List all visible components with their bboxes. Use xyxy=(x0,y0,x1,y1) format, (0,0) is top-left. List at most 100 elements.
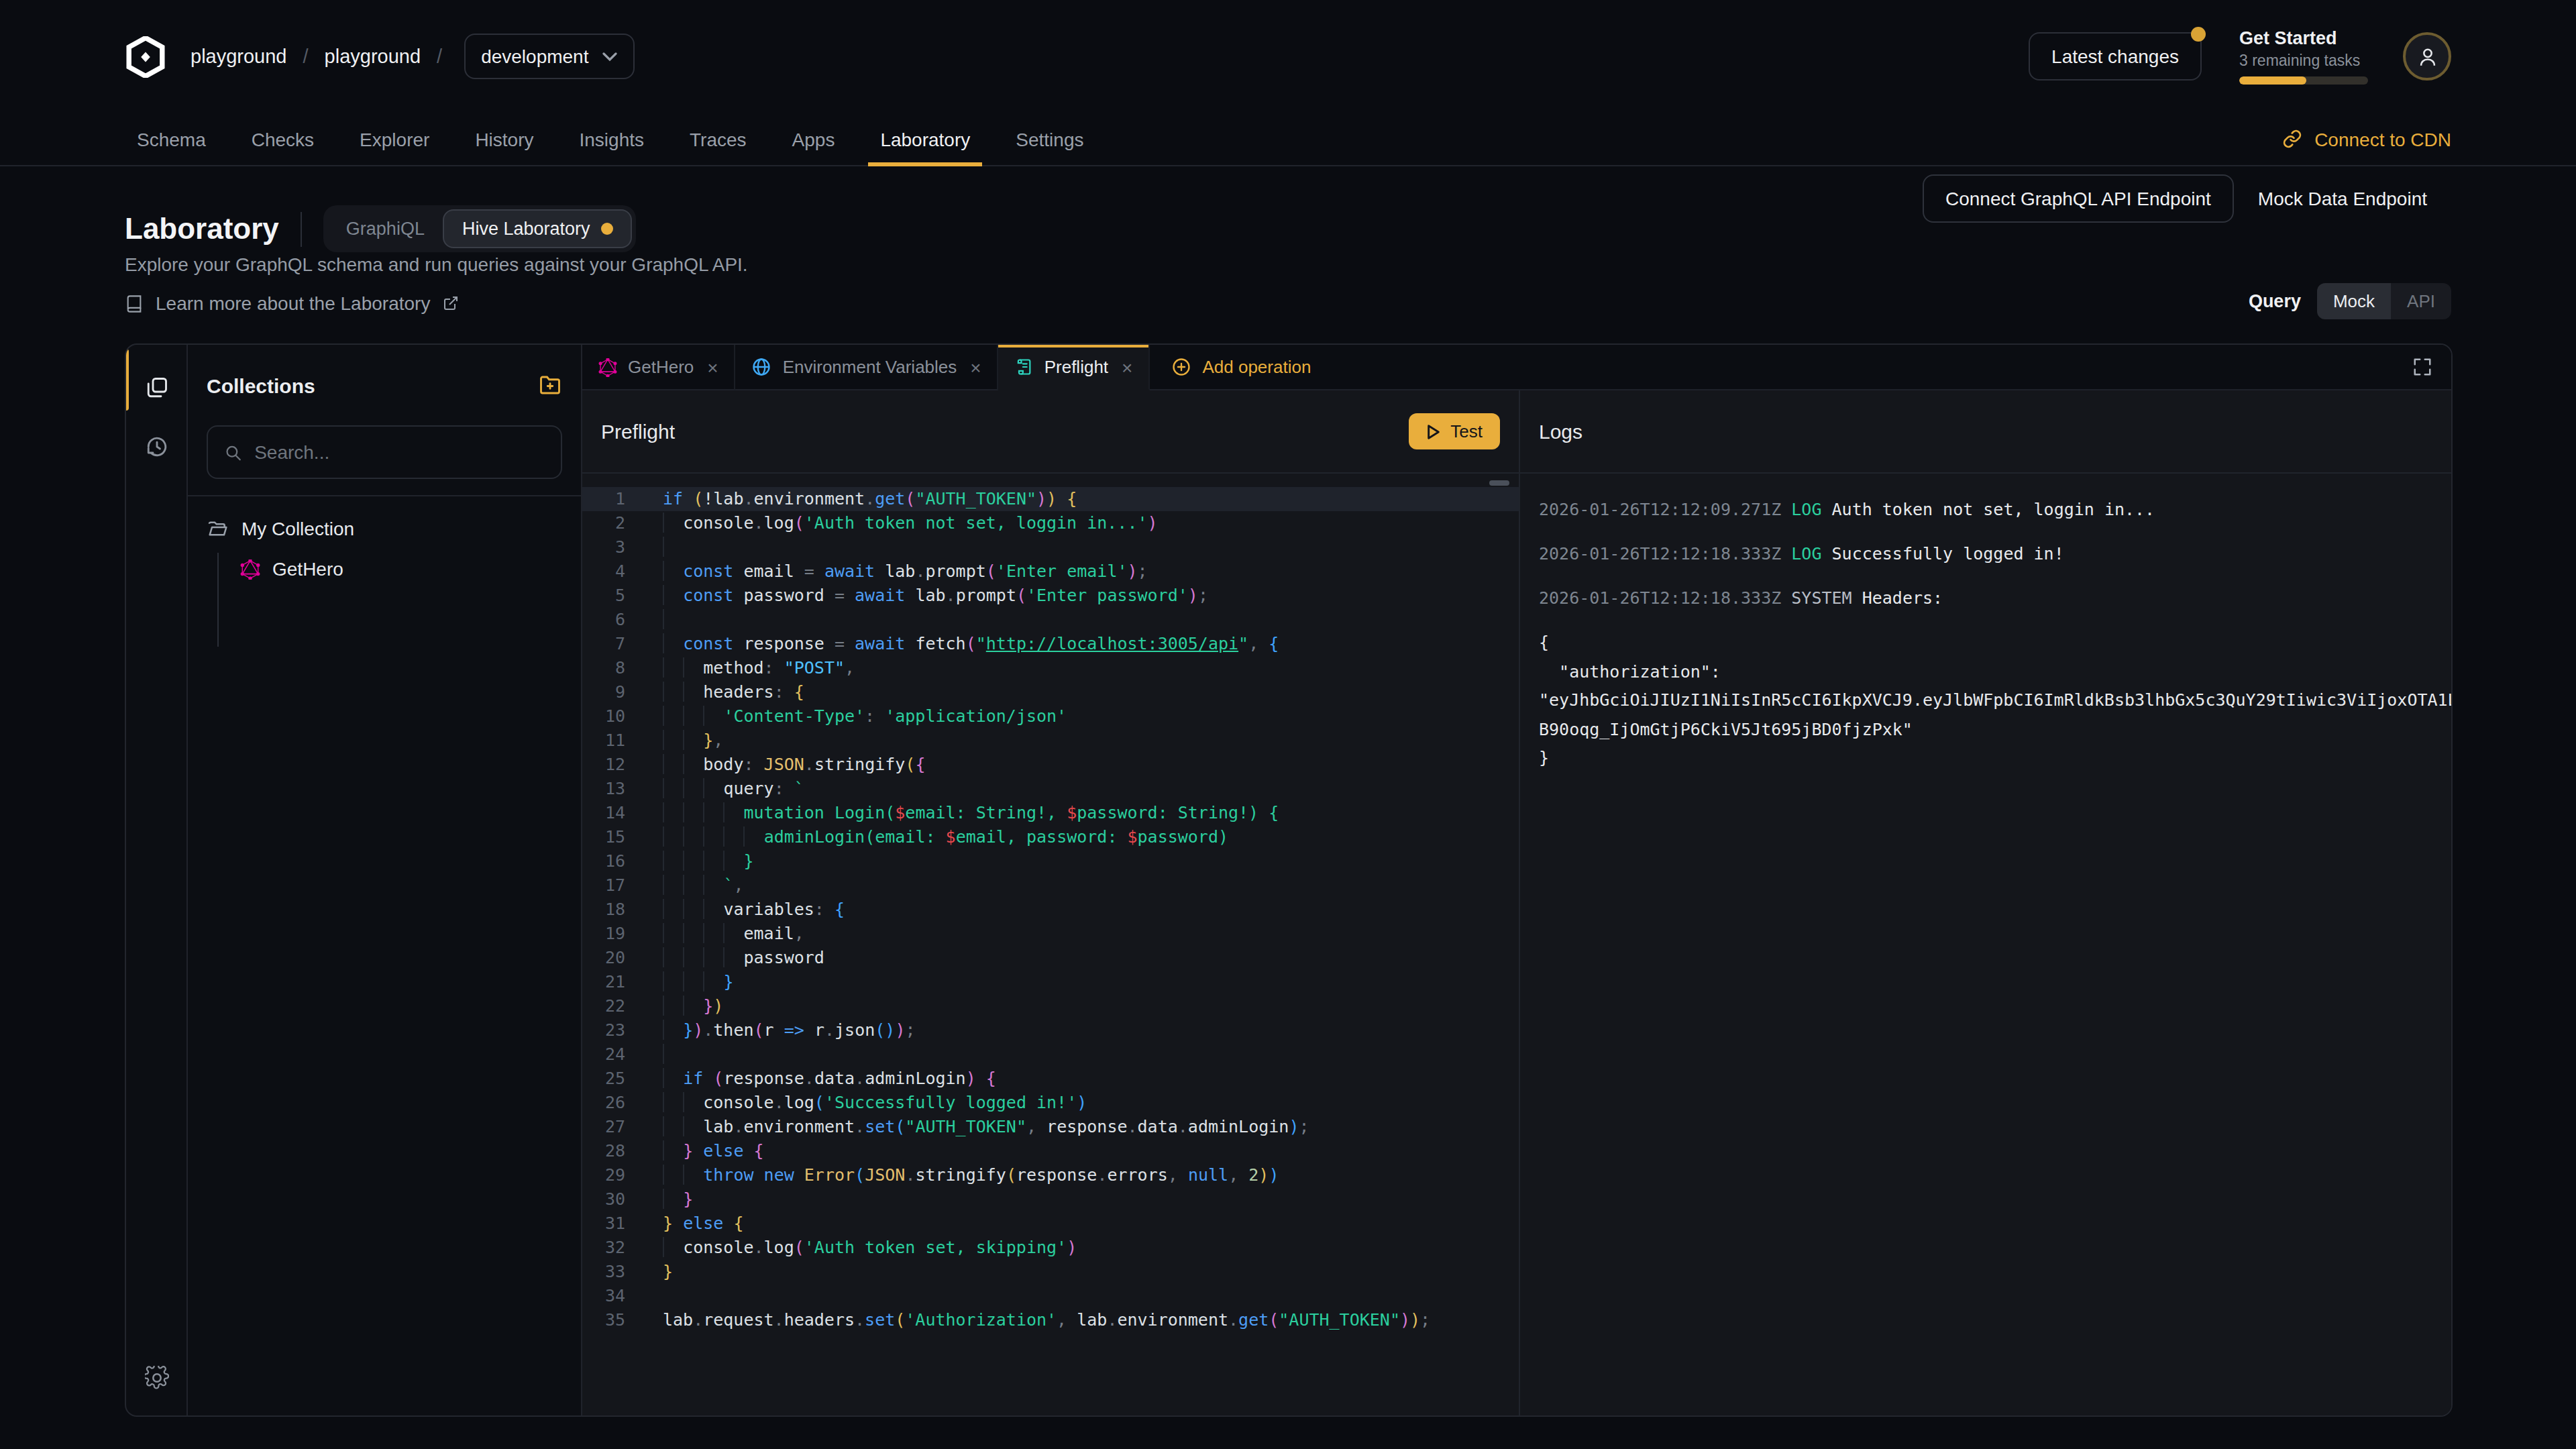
code-line[interactable]: 29 throw new Error(JSON.stringify(respon… xyxy=(582,1163,1519,1187)
line-number: 2 xyxy=(582,511,641,535)
code-text: } else { xyxy=(641,1212,743,1236)
rail-active-indicator xyxy=(125,349,129,411)
code-line[interactable]: 34 xyxy=(582,1284,1519,1308)
code-text xyxy=(641,1042,683,1067)
code-editor[interactable]: 1if (!lab.environment.get("AUTH_TOKEN"))… xyxy=(582,474,1519,1415)
collections-search[interactable] xyxy=(207,425,562,479)
operation-gethero[interactable]: GetHero xyxy=(240,553,562,585)
mock-endpoint-button[interactable]: Mock Data Endpoint xyxy=(2234,176,2451,221)
code-line[interactable]: 31} else { xyxy=(582,1212,1519,1236)
log-entry: 2026-01-26T12:12:18.333Z SYSTEM Headers: xyxy=(1539,584,2432,612)
code-line[interactable]: 27 lab.environment.set("AUTH_TOKEN", res… xyxy=(582,1115,1519,1139)
code-text: const password = await lab.prompt('Enter… xyxy=(641,584,1208,608)
add-collection-icon[interactable] xyxy=(538,373,562,397)
tab-gethero[interactable]: GetHero × xyxy=(582,345,736,390)
code-lines: 1if (!lab.environment.get("AUTH_TOKEN"))… xyxy=(582,487,1519,1332)
line-number: 9 xyxy=(582,680,641,704)
code-line[interactable]: 35lab.request.headers.set('Authorization… xyxy=(582,1308,1519,1332)
test-button[interactable]: Test xyxy=(1409,413,1500,449)
add-operation-button[interactable]: Add operation xyxy=(1150,345,1332,390)
code-line[interactable]: 7 const response = await fetch("http://l… xyxy=(582,632,1519,656)
query-mock-option[interactable]: Mock xyxy=(2317,283,2391,319)
code-line[interactable]: 25 if (response.data.adminLogin) { xyxy=(582,1067,1519,1091)
preflight-header: Preflight Test xyxy=(582,390,1519,474)
close-icon[interactable]: × xyxy=(707,356,718,378)
log-json-line: { xyxy=(1539,628,2432,657)
code-line[interactable]: 1if (!lab.environment.get("AUTH_TOKEN"))… xyxy=(582,487,1519,511)
code-line[interactable]: 24 xyxy=(582,1042,1519,1067)
close-icon[interactable]: × xyxy=(1122,356,1132,378)
code-line[interactable]: 13 query: ` xyxy=(582,777,1519,801)
query-label: Query xyxy=(2249,291,2301,311)
learn-more-link[interactable]: Learn more about the Laboratory xyxy=(125,292,458,314)
code-text: throw new Error(JSON.stringify(response.… xyxy=(641,1163,1279,1187)
code-line[interactable]: 2 console.log('Auth token not set, loggi… xyxy=(582,511,1519,535)
connect-endpoint-button[interactable]: Connect GraphQL API Endpoint xyxy=(1923,174,2234,223)
collections-tree: My Collection GetHero xyxy=(188,496,581,668)
code-line[interactable]: 15 adminLogin(email: $email, password: $… xyxy=(582,825,1519,849)
code-line[interactable]: 11 }, xyxy=(582,729,1519,753)
code-line[interactable]: 14 mutation Login($email: String!, $pass… xyxy=(582,801,1519,825)
code-text: password xyxy=(641,946,824,970)
line-number: 34 xyxy=(582,1284,641,1308)
log-json-line: "authorization": xyxy=(1539,657,2432,686)
tab-environment-variables[interactable]: Environment Variables × xyxy=(736,345,999,390)
close-icon[interactable]: × xyxy=(970,356,981,378)
code-line[interactable]: 17 `, xyxy=(582,873,1519,898)
line-number: 26 xyxy=(582,1091,641,1115)
code-line[interactable]: 10 'Content-Type': 'application/json' xyxy=(582,704,1519,729)
code-line[interactable]: 33} xyxy=(582,1260,1519,1284)
code-line[interactable]: 5 const password = await lab.prompt('Ent… xyxy=(582,584,1519,608)
log-json-line: } xyxy=(1539,743,2432,772)
log-json-line: "eyJhbGciOiJIUzI1NiIsInR5cCI6IkpXVCJ9.ey… xyxy=(1539,686,2432,714)
toggle-hive-laboratory[interactable]: Hive Laboratory xyxy=(443,209,632,248)
code-text: }) xyxy=(641,994,723,1018)
line-number: 6 xyxy=(582,608,641,632)
code-text: } xyxy=(641,849,754,873)
history-icon xyxy=(144,435,168,459)
collection-folder[interactable]: My Collection xyxy=(207,518,562,539)
fullscreen-icon[interactable] xyxy=(2412,357,2432,377)
collections-header: Collections xyxy=(188,345,581,425)
code-line[interactable]: 32 console.log('Auth token set, skipping… xyxy=(582,1236,1519,1260)
tab-preflight[interactable]: Preflight × xyxy=(999,345,1150,390)
line-number: 5 xyxy=(582,584,641,608)
code-line[interactable]: 18 variables: { xyxy=(582,898,1519,922)
rail-history-button[interactable] xyxy=(125,417,187,476)
code-line[interactable]: 19 email, xyxy=(582,922,1519,946)
code-line[interactable]: 26 console.log('Successfully logged in!'… xyxy=(582,1091,1519,1115)
collections-icon xyxy=(144,376,168,400)
code-line[interactable]: 21 } xyxy=(582,970,1519,994)
line-number: 33 xyxy=(582,1260,641,1284)
code-line[interactable]: 3 xyxy=(582,535,1519,559)
code-line[interactable]: 6 xyxy=(582,608,1519,632)
globe-icon xyxy=(752,357,772,377)
code-line[interactable]: 4 const email = await lab.prompt('Enter … xyxy=(582,559,1519,584)
line-number: 15 xyxy=(582,825,641,849)
code-line[interactable]: 28 } else { xyxy=(582,1139,1519,1163)
code-line[interactable]: 16 } xyxy=(582,849,1519,873)
line-number: 22 xyxy=(582,994,641,1018)
code-line[interactable]: 22 }) xyxy=(582,994,1519,1018)
line-number: 3 xyxy=(582,535,641,559)
toggle-graphiql[interactable]: GraphiQL xyxy=(327,209,443,248)
logs-panel: Logs 2026-01-26T12:12:09.271Z LOG Auth t… xyxy=(1519,390,2451,1415)
scrollbar-handle[interactable] xyxy=(1489,480,1509,486)
code-line[interactable]: 20 password xyxy=(582,946,1519,970)
code-text: } else { xyxy=(641,1139,764,1163)
page-subtitle: Explore your GraphQL schema and run quer… xyxy=(125,254,748,275)
code-line[interactable]: 30 } xyxy=(582,1187,1519,1212)
code-line[interactable]: 12 body: JSON.stringify({ xyxy=(582,753,1519,777)
logs-title: Logs xyxy=(1539,420,1582,443)
tab-strip-filler xyxy=(1332,345,2451,390)
rail-collections-button[interactable] xyxy=(125,358,187,417)
operation-label: GetHero xyxy=(272,558,343,580)
query-api-option[interactable]: API xyxy=(2391,283,2451,319)
line-number: 16 xyxy=(582,849,641,873)
collections-search-input[interactable] xyxy=(254,441,545,463)
code-text: `, xyxy=(641,873,744,898)
code-line[interactable]: 23 }).then(r => r.json()); xyxy=(582,1018,1519,1042)
rail-settings-button[interactable] xyxy=(126,1348,188,1407)
code-line[interactable]: 8 method: "POST", xyxy=(582,656,1519,680)
code-line[interactable]: 9 headers: { xyxy=(582,680,1519,704)
